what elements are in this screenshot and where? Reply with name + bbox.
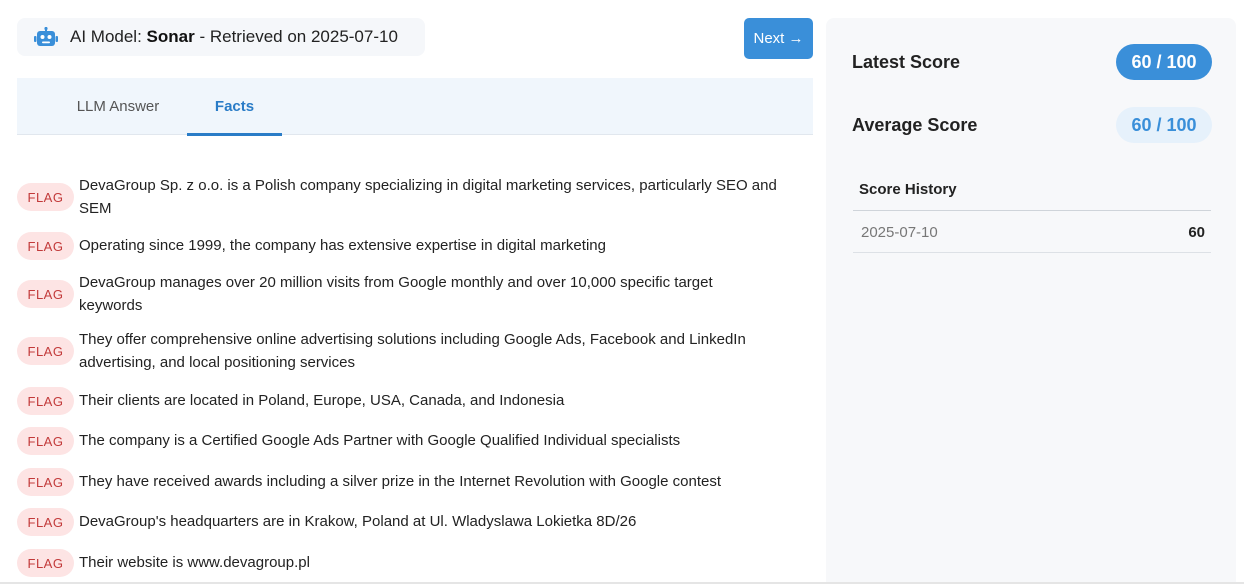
flag-button[interactable]: FLAG — [17, 427, 74, 455]
score-history-table: 2025-07-10 60 — [853, 210, 1211, 253]
list-item: FLAG Operating since 1999, the company h… — [17, 232, 779, 260]
score-history-title: Score History — [859, 181, 957, 198]
tab-llm-answer[interactable]: LLM Answer — [57, 78, 179, 134]
model-name: Sonar — [146, 27, 195, 46]
history-score: 60 — [1188, 224, 1205, 241]
tab-facts[interactable]: Facts — [187, 78, 282, 136]
list-item: FLAG DevaGroup's headquarters are in Kra… — [17, 508, 779, 536]
fact-text: They offer comprehensive online advertis… — [79, 331, 746, 371]
fact-text: DevaGroup manages over 20 million visits… — [79, 274, 713, 314]
robot-icon — [34, 27, 58, 46]
average-score-badge: 60 / 100 — [1116, 107, 1212, 143]
score-panel: Latest Score 60 / 100 Average Score 60 /… — [826, 18, 1236, 584]
list-item: FLAG The company is a Certified Google A… — [17, 427, 779, 455]
latest-score-label: Latest Score — [852, 52, 961, 72]
flag-button[interactable]: FLAG — [17, 183, 74, 211]
fact-text: DevaGroup Sp. z o.o. is a Polish company… — [79, 177, 777, 217]
flag-button[interactable]: FLAG — [17, 387, 74, 415]
history-date: 2025-07-10 — [861, 224, 938, 241]
average-score-row: Average Score 60 / 100 — [852, 107, 1212, 143]
flag-button[interactable]: FLAG — [17, 337, 74, 365]
latest-score-badge: 60 / 100 — [1116, 44, 1212, 80]
next-button[interactable]: Next → — [744, 18, 813, 59]
latest-score-row: Latest Score 60 / 100 — [852, 44, 1212, 80]
list-item: FLAG Their website is www.devagroup.pl — [17, 549, 779, 577]
list-item: FLAG They have received awards including… — [17, 468, 779, 496]
fact-text: They have received awards including a si… — [79, 473, 722, 490]
fact-text: Their website is www.devagroup.pl — [79, 554, 310, 571]
list-item: FLAG Their clients are located in Poland… — [17, 387, 779, 415]
list-item: FLAG DevaGroup Sp. z o.o. is a Polish co… — [17, 174, 779, 220]
table-row: 2025-07-10 60 — [853, 211, 1211, 253]
flag-button[interactable]: FLAG — [17, 508, 74, 536]
average-score-label: Average Score — [852, 115, 978, 135]
fact-text: The company is a Certified Google Ads Pa… — [79, 432, 681, 449]
list-item: FLAG DevaGroup manages over 20 million v… — [17, 271, 779, 317]
model-title: AI Model: Sonar - Retrieved on 2025-07-1… — [70, 27, 398, 46]
flag-button[interactable]: FLAG — [17, 232, 74, 260]
model-info: AI Model: Sonar - Retrieved on 2025-07-1… — [17, 18, 425, 56]
list-item: FLAG They offer comprehensive online adv… — [17, 328, 779, 374]
fact-text: Their clients are located in Poland, Eur… — [79, 392, 565, 409]
fact-text: Operating since 1999, the company has ex… — [79, 237, 606, 254]
fact-text: DevaGroup's headquarters are in Krakow, … — [79, 513, 637, 530]
flag-button[interactable]: FLAG — [17, 468, 74, 496]
flag-button[interactable]: FLAG — [17, 280, 74, 308]
flag-button[interactable]: FLAG — [17, 549, 74, 577]
tab-bar: LLM Answer Facts — [17, 78, 813, 136]
